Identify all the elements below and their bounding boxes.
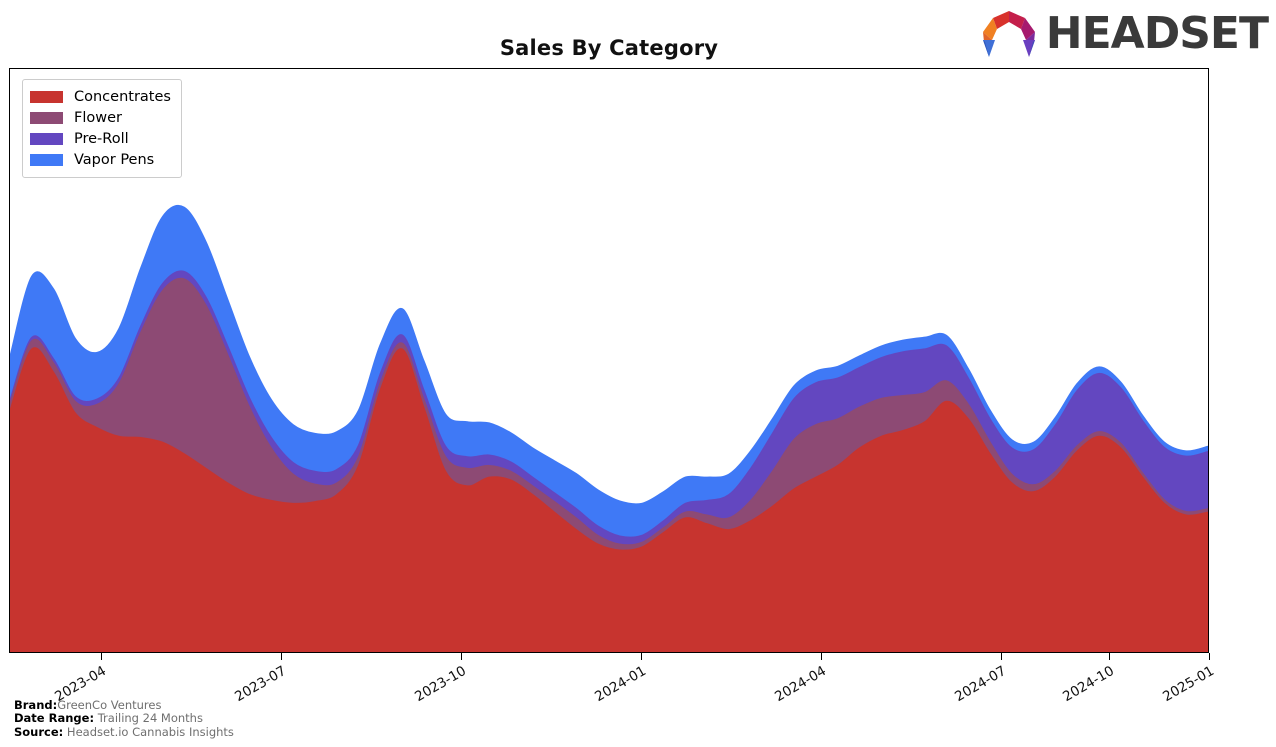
stacked-area-plot	[10, 204, 1208, 652]
legend: Concentrates Flower Pre-Roll Vapor Pens	[22, 79, 182, 178]
x-tick-label: 2025-01	[1160, 663, 1217, 706]
x-tick-mark	[821, 653, 822, 660]
x-tick-mark	[1109, 653, 1110, 660]
headset-logo-icon	[982, 11, 1035, 57]
plot-area: Concentrates Flower Pre-Roll Vapor Pens	[9, 68, 1209, 653]
legend-item-vapor-pens[interactable]: Vapor Pens	[30, 149, 171, 170]
x-tick-mark	[101, 653, 102, 660]
x-tick-mark	[461, 653, 462, 660]
footer-source-label: Source:	[14, 724, 64, 739]
legend-item-flower[interactable]: Flower	[30, 107, 171, 128]
x-tick-mark	[281, 653, 282, 660]
x-tick-label: 2024-01	[592, 663, 649, 706]
x-tick-mark	[1001, 653, 1002, 660]
chart-footer: Brand:GreenCo Ventures Date Range: Trail…	[14, 697, 234, 740]
x-tick-label: 2024-07	[952, 663, 1009, 706]
headset-logo-wordmark: HEADSET	[1045, 8, 1269, 59]
footer-source-line: Source: Headset.io Cannabis Insights	[14, 724, 234, 740]
legend-item-pre-roll[interactable]: Pre-Roll	[30, 128, 171, 149]
headset-logo: HEADSET	[978, 8, 1269, 60]
x-tick-label: 2023-07	[232, 663, 289, 706]
footer-date-range-line: Date Range: Trailing 24 Months	[14, 711, 234, 726]
legend-label-vapor-pens: Vapor Pens	[74, 151, 155, 168]
footer-brand-value: GreenCo Ventures	[57, 697, 162, 712]
x-tick-mark	[641, 653, 642, 660]
footer-date-range-value: Trailing 24 Months	[97, 711, 203, 725]
x-tick-label: 2024-04	[772, 663, 829, 706]
x-tick-label: 2023-10	[412, 663, 469, 706]
legend-swatch-pre-roll	[30, 132, 63, 145]
chart-page: Sales By Category HEADSET Concentrates F…	[0, 0, 1276, 747]
footer-source-value: Headset.io Cannabis Insights	[66, 724, 234, 739]
legend-label-concentrates: Concentrates	[74, 88, 171, 105]
x-tick-mark	[1209, 653, 1210, 660]
legend-label-flower: Flower	[74, 109, 122, 126]
footer-brand-label: Brand:	[14, 697, 58, 712]
footer-date-range-label: Date Range:	[14, 711, 95, 725]
legend-swatch-flower	[30, 111, 63, 124]
legend-swatch-concentrates	[30, 90, 63, 103]
legend-swatch-vapor-pens	[30, 153, 63, 166]
legend-item-concentrates[interactable]: Concentrates	[30, 86, 171, 107]
legend-label-pre-roll: Pre-Roll	[74, 130, 129, 147]
footer-brand-line: Brand:GreenCo Ventures	[14, 697, 234, 713]
x-tick-label: 2024-10	[1060, 663, 1117, 706]
